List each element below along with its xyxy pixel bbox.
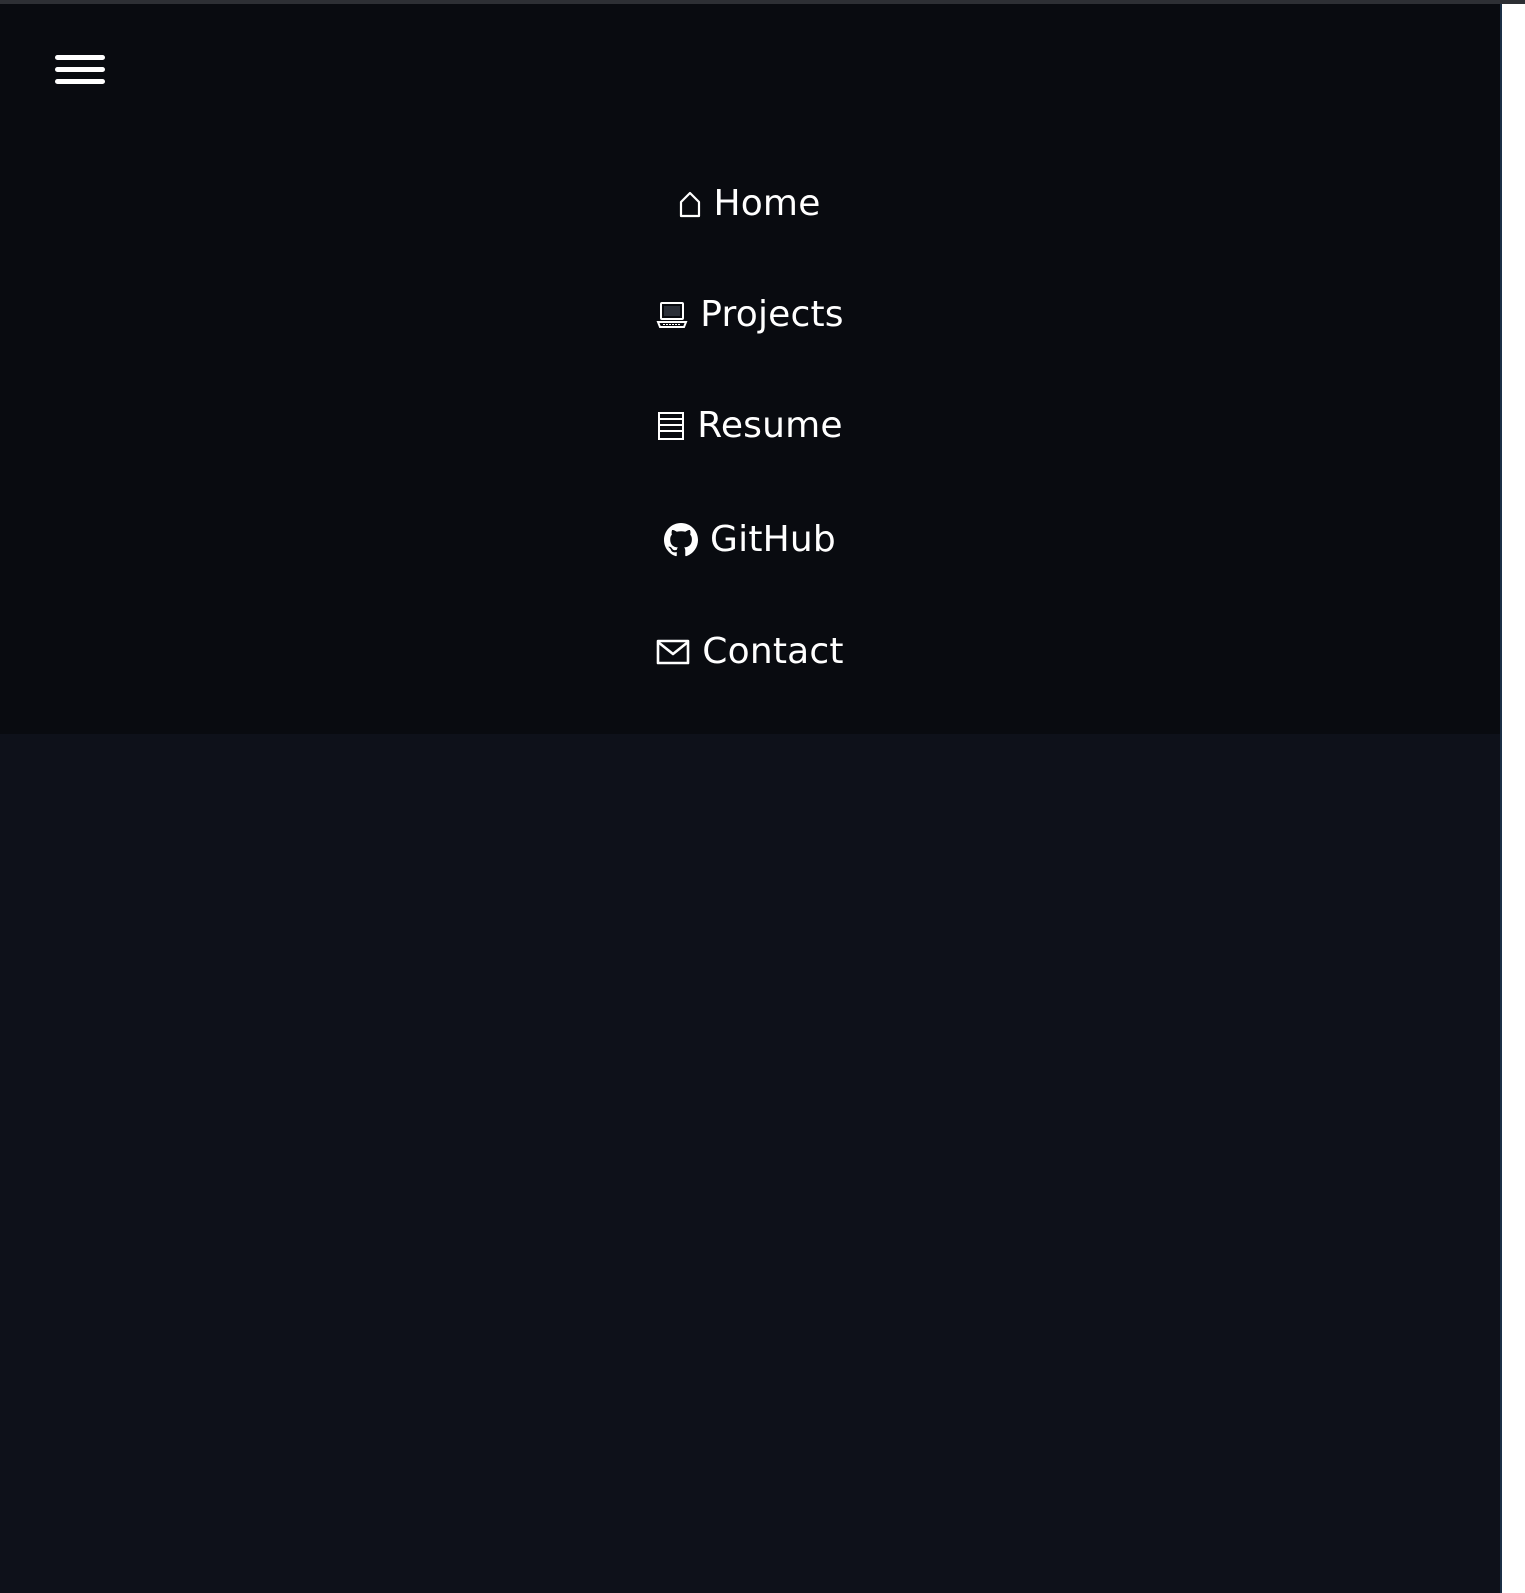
nav-item-resume[interactable]: Resume (0, 396, 1500, 456)
nav-item-projects[interactable]: Projects (0, 285, 1500, 345)
home-icon (679, 190, 701, 218)
github-icon (664, 523, 699, 557)
nav-item-label: GitHub (710, 519, 836, 560)
laptop-icon (656, 300, 688, 330)
nav-item-label: Projects (700, 294, 844, 335)
document-icon (657, 411, 685, 441)
nav-item-github[interactable]: GitHub (0, 510, 1500, 570)
window-right-edge (1502, 4, 1525, 1593)
nav-item-label: Resume (697, 405, 843, 446)
page: Home Projects Resume GitHub Contact (0, 0, 1525, 1593)
mail-icon (656, 639, 690, 665)
nav-item-home[interactable]: Home (0, 174, 1500, 234)
hamburger-menu-icon[interactable] (55, 51, 105, 91)
nav-item-label: Contact (702, 631, 844, 672)
navigation-panel: Home Projects Resume GitHub Contact (0, 4, 1500, 734)
nav-item-contact[interactable]: Contact (0, 622, 1500, 682)
nav-item-label: Home (713, 183, 821, 224)
